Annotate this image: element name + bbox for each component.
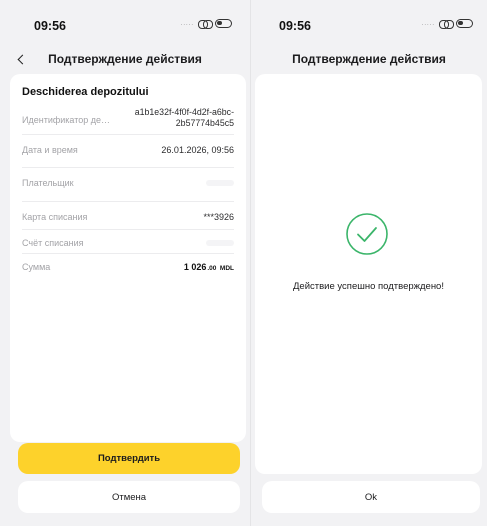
- success-message: Действие успешно подтверждено!: [293, 281, 444, 292]
- status-icons: .....: [421, 19, 473, 29]
- operation-title: Deschiderea depozitului: [22, 86, 149, 98]
- battery-icon: [456, 19, 473, 28]
- detail-label: Карта списания: [22, 212, 88, 222]
- detail-row-amount: Сумма 1 026.00 MDL: [22, 254, 234, 282]
- confirm-button[interactable]: Подтвердить: [18, 443, 240, 474]
- ok-button[interactable]: Ok: [262, 481, 480, 513]
- status-icons: .....: [180, 19, 232, 29]
- detail-label: Счёт списания: [22, 238, 84, 248]
- success-screen: 09:56 ..... Подтверждение действия Дейст…: [250, 0, 487, 526]
- detail-row-datetime: Дата и время 26.01.2026, 09:56: [22, 135, 234, 168]
- amount-currency: MDL: [219, 265, 234, 272]
- status-time: 09:56: [34, 19, 66, 33]
- detail-label: Сумма: [22, 262, 51, 272]
- link-icon: [439, 19, 454, 29]
- link-icon: [198, 19, 213, 29]
- detail-value-hidden: [206, 238, 234, 248]
- nav-bar: Подтверждение действия: [251, 40, 487, 70]
- detail-label: Плательщик: [22, 178, 74, 188]
- status-bar: 09:56 .....: [251, 0, 487, 40]
- cancel-button[interactable]: Отмена: [18, 481, 240, 513]
- page-title: Подтверждение действия: [48, 52, 202, 66]
- detail-label: Дата и время: [22, 145, 78, 155]
- detail-value-hidden: [206, 178, 234, 188]
- check-circle-icon: [346, 213, 388, 255]
- status-bar: 09:56 .....: [0, 0, 250, 40]
- detail-label: Идентификатор действия: [22, 115, 114, 125]
- signal-dots-icon: .....: [180, 20, 194, 27]
- operation-details-card: Deschiderea depozitului Идентификатор де…: [10, 74, 246, 442]
- battery-icon: [215, 19, 232, 28]
- page-title: Подтверждение действия: [292, 52, 446, 66]
- status-time: 09:56: [279, 19, 311, 33]
- amount-decimals: .00: [207, 265, 217, 272]
- detail-row-action-id: Идентификатор действия a1b1e32f-4f0f-4d2…: [22, 104, 234, 135]
- detail-row-card: Карта списания ***3926: [22, 202, 234, 230]
- result-card: Действие успешно подтверждено!: [255, 74, 482, 474]
- nav-bar: Подтверждение действия: [0, 40, 250, 70]
- amount-integer: 1 026: [183, 262, 207, 272]
- detail-value: ***3926: [203, 212, 234, 222]
- detail-row-payer: Плательщик: [22, 168, 234, 202]
- detail-value: a1b1e32f-4f0f-4d2f-a6bc-2b57774b45c5: [134, 107, 234, 128]
- confirmation-screen: 09:56 ..... Подтверждение действия Desch…: [0, 0, 250, 526]
- amount-value: 1 026.00 MDL: [184, 262, 234, 272]
- detail-row-account: Счёт списания: [22, 230, 234, 254]
- signal-dots-icon: .....: [421, 20, 435, 27]
- detail-value: 26.01.2026, 09:56: [161, 145, 234, 155]
